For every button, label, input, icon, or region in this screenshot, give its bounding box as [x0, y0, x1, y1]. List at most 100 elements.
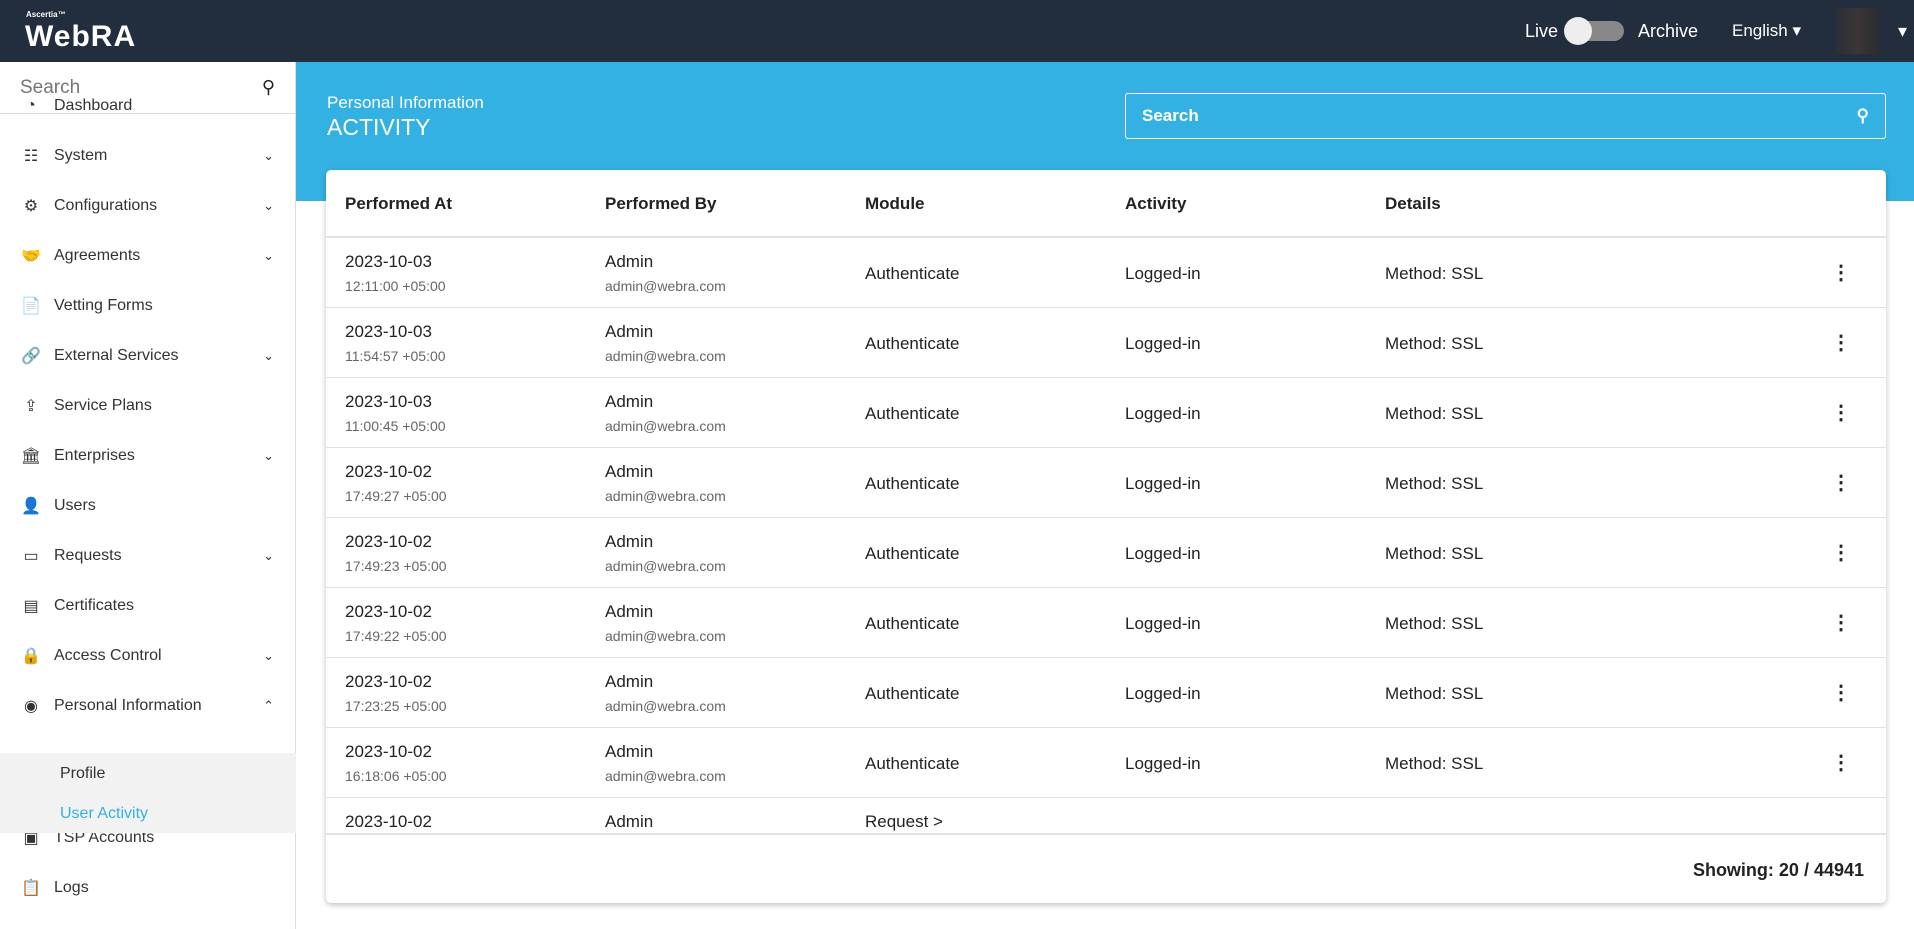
chevron-icon[interactable]: ⌄	[263, 148, 274, 164]
chevron-icon[interactable]: ⌄	[263, 648, 274, 664]
row-actions-kebab-icon[interactable]: ⋮	[1831, 750, 1851, 775]
sidebar-item-label: Users	[54, 497, 96, 514]
row-actions-kebab-icon[interactable]: ⋮	[1831, 470, 1851, 495]
sidebar-item-personal-information[interactable]: ◉ Personal Information ⌃	[0, 686, 296, 726]
sidebar-item-logs[interactable]: 📋 Logs	[0, 868, 296, 908]
module: Request >	[865, 812, 943, 831]
sidebar-item-external-services[interactable]: 🔗 External Services ⌄	[0, 336, 296, 376]
sidebar-subitem-user-activity[interactable]: User Activity	[60, 805, 148, 823]
performed-date: 2023-10-02	[345, 812, 432, 831]
user-menu-chevron-icon[interactable]: ▾	[1898, 21, 1907, 42]
language-select[interactable]: English ▾	[1732, 0, 1801, 62]
row-actions-kebab-icon[interactable]: ⋮	[1831, 260, 1851, 285]
archive-toggle[interactable]	[1564, 17, 1625, 45]
performed-by-email: admin@webra.com	[605, 698, 726, 714]
module: Authenticate	[865, 754, 960, 773]
activity: Logged-in	[1125, 544, 1201, 563]
activity: Logged-in	[1125, 684, 1201, 703]
chevron-icon[interactable]: ⌃	[263, 698, 274, 714]
sidebar-item-label: External Services	[54, 347, 179, 364]
avatar[interactable]	[1836, 8, 1880, 54]
row-actions-kebab-icon[interactable]: ⋮	[1831, 400, 1851, 425]
search-placeholder: Search	[1142, 106, 1199, 125]
breadcrumb[interactable]: Personal Information	[327, 93, 484, 113]
sidebar-item-access-control[interactable]: 🔒 Access Control ⌄	[0, 636, 296, 676]
performed-by-name: Admin	[605, 462, 654, 481]
sidebar-item-label: Vetting Forms	[54, 297, 153, 314]
table-row[interactable]: 2023-10-02 Admin Request > Added Request…	[326, 798, 1886, 835]
chevron-icon[interactable]: ⌄	[263, 348, 274, 364]
chevron-icon[interactable]: ⌄	[263, 198, 274, 214]
table-row[interactable]: 2023-10-03 11:00:45 +05:00 Admin admin@w…	[326, 378, 1886, 448]
column-module[interactable]: Module	[865, 194, 925, 214]
logo[interactable]: WebRA	[25, 20, 136, 54]
details: Method: SSL	[1385, 684, 1484, 703]
sidebar-subitem-profile[interactable]: Profile	[60, 765, 105, 783]
certificates-icon: ▤	[23, 598, 39, 615]
performed-date: 2023-10-03	[345, 392, 432, 411]
column-performed-at[interactable]: Performed At	[345, 194, 452, 214]
table-row[interactable]: 2023-10-03 11:54:57 +05:00 Admin admin@w…	[326, 308, 1886, 378]
sidebar-item-service-plans[interactable]: ⇪ Service Plans	[0, 386, 296, 426]
sidebar-item-label: Service Plans	[54, 397, 152, 414]
showing-count: Showing: 20 / 44941	[1692, 860, 1864, 880]
sidebar-item-certificates[interactable]: ▤ Certificates	[0, 586, 296, 626]
row-actions-kebab-icon[interactable]: ⋮	[1831, 330, 1851, 355]
module: Authenticate	[865, 334, 960, 353]
sidebar-item-label: Logs	[54, 879, 89, 896]
sidebar-item-configurations[interactable]: ⚙ Configurations ⌄	[0, 186, 296, 226]
activity-table-card: Performed At Performed By Module Activit…	[326, 170, 1886, 903]
search-icon[interactable]: ⚲	[1857, 106, 1869, 126]
enterprises-icon: 🏛	[20, 448, 42, 465]
details: Method: SSL	[1385, 404, 1484, 423]
sidebar-item-users[interactable]: 👤 Users	[0, 486, 296, 526]
performed-time: 11:00:45 +05:00	[345, 418, 446, 434]
sidebar-item-vetting-forms[interactable]: 📄 Vetting Forms	[0, 286, 296, 326]
sidebar-item-label: System	[54, 147, 108, 164]
performed-by-name: Admin	[605, 602, 654, 621]
sidebar-item-system[interactable]: ☷ System ⌄	[0, 136, 296, 176]
table-row[interactable]: 2023-10-02 17:49:22 +05:00 Admin admin@w…	[326, 588, 1886, 658]
sidebar-item-label: Configurations	[54, 197, 158, 214]
row-actions-kebab-icon[interactable]: ⋮	[1831, 540, 1851, 565]
table-row[interactable]: 2023-10-02 17:49:23 +05:00 Admin admin@w…	[326, 518, 1886, 588]
table-row[interactable]: 2023-10-02 16:18:06 +05:00 Admin admin@w…	[326, 728, 1886, 798]
column-activity[interactable]: Activity	[1125, 194, 1186, 214]
vetting-forms-icon: 📄	[21, 298, 41, 315]
sidebar-item-agreements[interactable]: 🤝 Agreements ⌄	[0, 236, 296, 276]
performed-by-email: admin@webra.com	[605, 768, 726, 784]
sidebar: ⚲ ◔Dashboard☷System⌄⚙Configurations⌄🤝Agr…	[0, 62, 296, 929]
sidebar-item-requests[interactable]: ▭ Requests ⌄	[0, 536, 296, 576]
details: Method: SSL	[1385, 544, 1484, 563]
row-actions-kebab-icon[interactable]: ⋮	[1831, 680, 1851, 705]
row-actions-kebab-icon[interactable]: ⋮	[1831, 834, 1851, 835]
chevron-icon[interactable]: ⌄	[263, 248, 274, 264]
details: Method: SSL	[1385, 614, 1484, 633]
column-details[interactable]: Details	[1385, 194, 1441, 214]
performed-by-email: admin@webra.com	[605, 488, 726, 504]
column-performed-by[interactable]: Performed By	[605, 194, 716, 214]
chevron-icon[interactable]: ⌄	[263, 548, 274, 564]
activity: Logged-in	[1125, 404, 1201, 423]
table-body[interactable]: 2023-10-03 12:11:00 +05:00 Admin admin@w…	[326, 238, 1886, 835]
performed-time: 16:18:06 +05:00	[345, 768, 447, 784]
table-row[interactable]: 2023-10-03 12:11:00 +05:00 Admin admin@w…	[326, 238, 1886, 308]
details: Method: SSL	[1385, 474, 1484, 493]
sidebar-item-enterprises[interactable]: 🏛 Enterprises ⌄	[0, 436, 296, 476]
chevron-icon[interactable]: ⌄	[263, 448, 274, 464]
performed-by-name: Admin	[605, 392, 654, 411]
details: Method: SSL	[1385, 754, 1484, 773]
activity-search-input[interactable]: Search ⚲	[1125, 93, 1886, 139]
row-actions-kebab-icon[interactable]: ⋮	[1831, 610, 1851, 635]
module: Authenticate	[865, 544, 960, 563]
system-icon: ☷	[23, 148, 39, 165]
table-row[interactable]: 2023-10-02 17:23:25 +05:00 Admin admin@w…	[326, 658, 1886, 728]
table-row[interactable]: 2023-10-02 17:49:27 +05:00 Admin admin@w…	[326, 448, 1886, 518]
activity: Logged-in	[1125, 334, 1201, 353]
performed-date: 2023-10-03	[345, 252, 432, 271]
performed-by-name: Admin	[605, 812, 654, 831]
toggle-knob	[1564, 17, 1593, 45]
performed-date: 2023-10-02	[345, 602, 432, 621]
live-archive-switch[interactable]: Live Archive	[1525, 0, 1698, 62]
sidebar-item-dashboard[interactable]: ◔ Dashboard	[0, 86, 296, 126]
